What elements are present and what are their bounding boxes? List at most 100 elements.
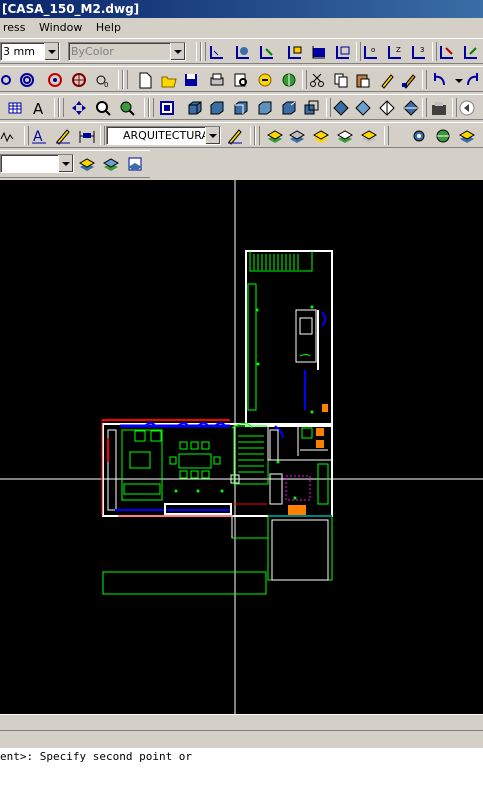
toolbar-grip[interactable] [59,98,64,117]
dimension-style-icon[interactable] [78,127,96,145]
layer-manager-icon[interactable] [126,155,144,173]
toolbar-grip[interactable] [123,70,128,89]
toolbar-grip[interactable] [100,126,105,145]
solids-toolbar: A [0,94,483,120]
render-icon[interactable] [430,99,448,117]
polyline-icon[interactable] [0,127,18,145]
toolbar-grip[interactable] [24,126,29,145]
make-layer-current-icon[interactable] [78,155,96,173]
named-views-icon[interactable] [158,99,176,117]
pan-icon[interactable] [70,99,88,117]
copy-icon[interactable] [332,71,350,89]
3d-distance-icon[interactable]: 0 [94,71,112,89]
layer-states-icon[interactable] [266,127,284,145]
toolbar-grip[interactable] [326,98,331,117]
new-file-icon[interactable] [136,71,154,89]
globe-icon[interactable] [280,71,298,89]
layer-walk-icon[interactable] [102,155,120,173]
window-title-bar[interactable]: [CASA_150_M2.dwg] [0,0,483,18]
table-icon[interactable] [6,99,24,117]
text-style-value: ARQUITECTURA [123,129,209,142]
dimension-style-pen-icon[interactable] [54,127,72,145]
ucs-origin-icon[interactable]: o [362,43,380,61]
ucs-previous-icon[interactable] [258,43,276,61]
zoom-window-icon[interactable] [118,99,136,117]
layer-isolate-icon[interactable] [312,127,330,145]
command-line[interactable]: ent>: Specify second point or [0,748,483,807]
command-window-splitter[interactable] [0,730,483,749]
drawing-canvas[interactable] [0,180,483,714]
3d-orbit-icon[interactable] [46,71,64,89]
orbit-icon[interactable] [0,71,18,89]
print-icon[interactable] [208,71,226,89]
layer-combo[interactable] [0,154,74,173]
3d-swivel-icon[interactable] [70,71,88,89]
cone-icon[interactable] [232,99,250,117]
continuous-orbit-icon[interactable] [18,71,36,89]
ucs-world-icon[interactable] [234,43,252,61]
box-icon[interactable] [186,99,204,117]
lineweight-combo[interactable]: 3 mm [0,42,60,61]
toolbar-grip[interactable] [201,42,206,61]
chevron-down-icon[interactable] [170,43,185,60]
toolbar-grip[interactable] [356,42,361,61]
block-editor-icon[interactable] [400,71,418,89]
ucs-x-rotate-icon[interactable] [438,43,456,61]
extrude-icon[interactable] [302,99,320,117]
publish-icon[interactable] [256,71,274,89]
toolbar-grip[interactable] [422,70,427,89]
ucs-y-rotate-icon[interactable] [462,43,480,61]
zoom-realtime-icon[interactable] [94,99,112,117]
lineweight-value: 3 mm [3,45,35,58]
toolbar-grip[interactable] [384,126,389,145]
menu-item-window[interactable]: Window [36,18,89,38]
toolbar-grip[interactable] [255,126,260,145]
color-combo[interactable]: ByColor [68,42,186,61]
toolbar-grip[interactable] [452,98,457,117]
back-icon[interactable] [458,99,476,117]
shade-flat-icon[interactable] [402,99,420,117]
layer-freeze-icon[interactable] [336,127,354,145]
menu-item-express[interactable]: ress [0,18,33,38]
chevron-down-icon[interactable] [205,127,220,144]
chevron-down-icon[interactable] [44,43,59,60]
ucs-zaxis-icon[interactable]: Z [386,43,404,61]
tool-palettes-icon[interactable] [458,127,476,145]
horizontal-scrollbar[interactable] [0,714,483,731]
layer-off-icon[interactable] [360,127,378,145]
open-file-icon[interactable] [160,71,178,89]
text-style-editor-icon[interactable] [226,127,244,145]
chevron-down-icon[interactable] [58,155,73,172]
plot-preview-icon[interactable] [232,71,250,89]
ucs-object-icon[interactable] [310,43,328,61]
match-properties-icon[interactable] [378,71,396,89]
shade-hidden-icon[interactable] [378,99,396,117]
color-value: ByColor [71,45,114,58]
toolbar-empty-area [150,150,483,180]
toolbar-grip[interactable] [149,98,154,117]
ucs-3point-icon[interactable]: 3 [410,43,428,61]
shade-3d-icon[interactable] [354,99,372,117]
torus-icon[interactable] [280,99,298,117]
text-icon[interactable]: A [30,99,48,117]
paste-icon[interactable] [354,71,372,89]
toolbar-grip[interactable] [302,70,307,89]
redo-icon[interactable] [464,71,482,89]
properties-gear-icon[interactable] [410,127,428,145]
save-icon[interactable] [182,71,200,89]
text-style-combo[interactable]: ARQUITECTURA [106,126,221,145]
layer-previous-icon[interactable] [288,127,306,145]
cut-icon[interactable] [308,71,326,89]
ucs-icon[interactable] [208,43,226,61]
toolbar-grip[interactable] [432,42,437,61]
undo-icon[interactable] [430,71,448,89]
cylinder-icon[interactable] [208,99,226,117]
text-style-icon[interactable]: A [30,127,48,145]
ucs-face-icon[interactable] [286,43,304,61]
toolbar-grip[interactable] [422,98,427,117]
ucs-view-icon[interactable] [334,43,352,61]
menu-item-help[interactable]: Help [93,18,128,38]
design-center-icon[interactable] [434,127,452,145]
shade-2d-icon[interactable] [332,99,350,117]
wedge-icon[interactable] [256,99,274,117]
